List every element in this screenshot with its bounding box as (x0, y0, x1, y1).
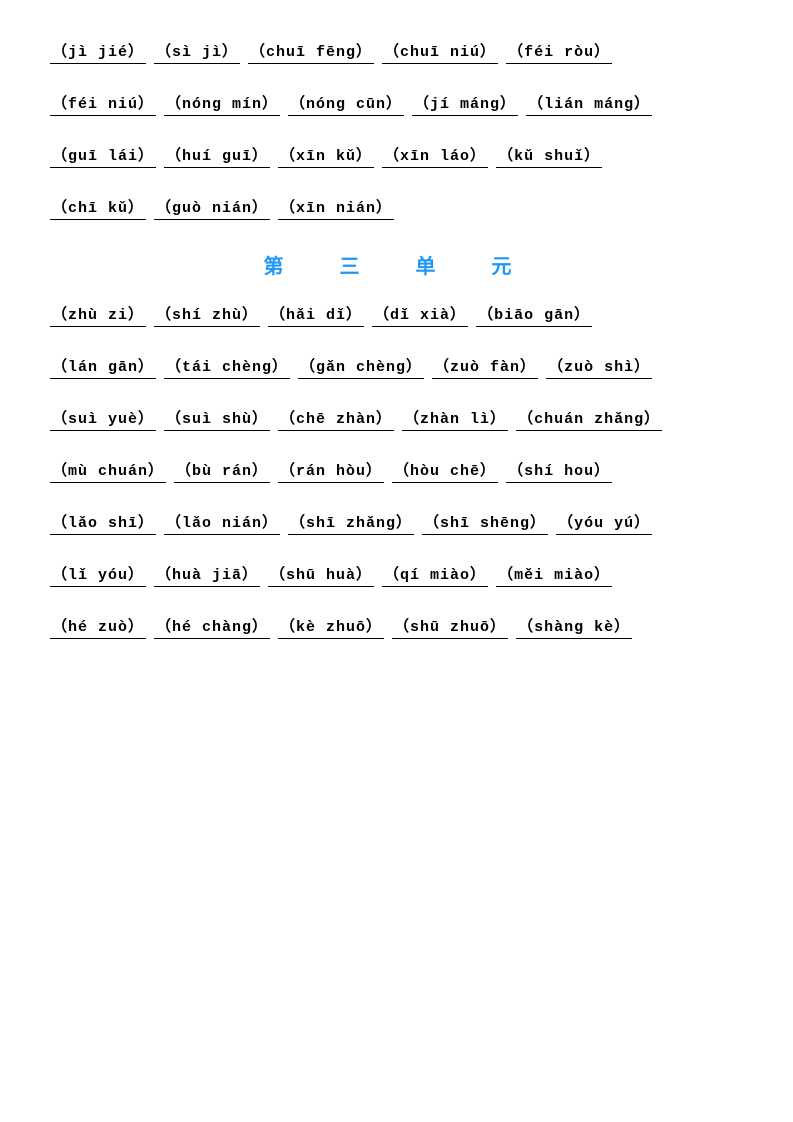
phrase: （féi niú） (50, 92, 156, 116)
phrase: （hòu chē） (392, 459, 498, 483)
phrase: （tái chèng） (164, 355, 290, 379)
phrase: （kè zhuō） (278, 615, 384, 639)
text-line: （chī kǔ） （guò nián） （xīn nián） (50, 196, 743, 220)
phrase: （bù rán） (174, 459, 270, 483)
phrase: （hé zuò） (50, 615, 146, 639)
phrase: （xīn kǔ） (278, 144, 374, 168)
text-line: （jì jié） （sì jì） （chuī fēng） （chuī niú） （féi… (50, 40, 743, 64)
phrase: （zuò shì） (546, 355, 652, 379)
phrase: （shū zhuō） (392, 615, 508, 639)
phrase: （guī lái） (50, 144, 156, 168)
phrase: （chī kǔ） (50, 196, 146, 220)
phrase: （lǎo shī） (50, 511, 156, 535)
text-line: （lǐ yóu） （huà jiā） （shū huà） （qí miào） （měi … (50, 563, 743, 587)
phrase: （nóng cūn） (288, 92, 404, 116)
text-line: （hé zuò） （hé chàng） （kè zhuō） （shū zhuō） （sh… (50, 615, 743, 639)
text-line: （féi niú） （nóng mín） （nóng cūn） （jí máng） （l… (50, 92, 743, 116)
text-line: （lǎo shī） （lǎo nián） （shī zhǎng） （shī shēng… (50, 511, 743, 535)
phrase: （hǎi dǐ） (268, 303, 364, 327)
phrase: （shí hou） (506, 459, 612, 483)
phrase: （huí guī） (164, 144, 270, 168)
phrase: （lǎo nián） (164, 511, 280, 535)
text-line: （guī lái） （huí guī） （xīn kǔ） （xīn láo） （kǔ s… (50, 144, 743, 168)
phrase: （jí máng） (412, 92, 518, 116)
text-line: （suì yuè） （suì shù） （chē zhàn） （zhàn lì） （ch… (50, 407, 743, 431)
phrase: （lǐ yóu） (50, 563, 146, 587)
phrase: （biāo gān） (476, 303, 592, 327)
phrase: （chuán zhǎng） (516, 407, 662, 431)
phrase: （guò nián） (154, 196, 270, 220)
phrase: （huà jiā） (154, 563, 260, 587)
section-title: 第 三 单 元 (50, 250, 743, 279)
phrase: （lián máng） (526, 92, 652, 116)
phrase: （hé chàng） (154, 615, 270, 639)
phrase: （chē zhàn） (278, 407, 394, 431)
phrase: （jì jié） (50, 40, 146, 64)
phrase: （suì shù） (164, 407, 270, 431)
phrase: （shī shēng） (422, 511, 548, 535)
phrase: （chuī niú） (382, 40, 498, 64)
phrase: （zhù zi） (50, 303, 146, 327)
text-line: （zhù zi） （shí zhù） （hǎi dǐ） （dǐ xià） （biāo g… (50, 303, 743, 327)
phrase: （shū huà） (268, 563, 374, 587)
text-line: （mù chuán） （bù rán） （rán hòu） （hòu chē） （shí… (50, 459, 743, 483)
phrase: （mù chuán） (50, 459, 166, 483)
phrase: （féi ròu） (506, 40, 612, 64)
phrase: （qí miào） (382, 563, 488, 587)
phrase: （měi miào） (496, 563, 612, 587)
phrase: （shī zhǎng） (288, 511, 414, 535)
phrase: （shí zhù） (154, 303, 260, 327)
text-line: （lán gān） （tái chèng） （gǎn chèng） （zuò fàn）… (50, 355, 743, 379)
phrase: （sì jì） (154, 40, 240, 64)
phrase: （dǐ xià） (372, 303, 468, 327)
phrase: （nóng mín） (164, 92, 280, 116)
phrase: （rán hòu） (278, 459, 384, 483)
phrase: （lán gān） (50, 355, 156, 379)
phrase: （chuī fēng） (248, 40, 374, 64)
phrase: （yóu yú） (556, 511, 652, 535)
phrase: （suì yuè） (50, 407, 156, 431)
phrase: （xīn láo） (382, 144, 488, 168)
phrase: （gǎn chèng） (298, 355, 424, 379)
phrase: （zuò fàn） (432, 355, 538, 379)
phrase: （kǔ shuǐ） (496, 144, 602, 168)
phrase: （zhàn lì） (402, 407, 508, 431)
phrase: （shàng kè） (516, 615, 632, 639)
phrase: （xīn nián） (278, 196, 394, 220)
